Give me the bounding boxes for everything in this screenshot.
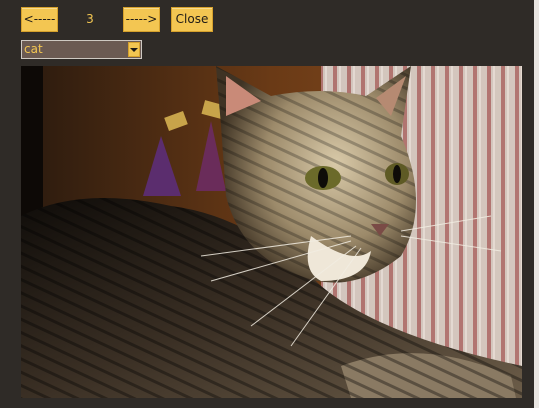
next-button[interactable]: ----->	[123, 7, 160, 32]
category-select[interactable]: cat	[21, 40, 142, 59]
chevron-down-icon[interactable]	[128, 42, 140, 57]
image-counter: 3	[86, 12, 94, 26]
close-button[interactable]: Close	[171, 7, 213, 32]
viewer-window: <----- 3 -----> Close cat	[0, 0, 539, 408]
cat-photo-illustration	[21, 66, 522, 398]
category-select-value: cat	[24, 42, 43, 56]
cat-photo	[21, 66, 522, 398]
window-edge	[534, 0, 539, 408]
previous-button[interactable]: <-----	[21, 7, 58, 32]
